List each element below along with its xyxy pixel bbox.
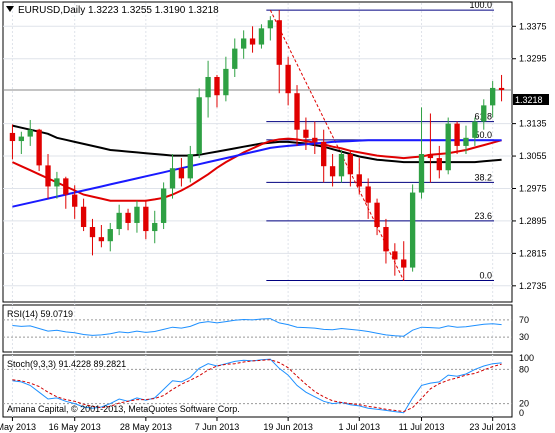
rsi-axis-label: 30 — [519, 332, 529, 342]
candle-bullish — [409, 192, 416, 268]
candle-bearish — [178, 168, 185, 179]
candle-bearish — [383, 227, 389, 252]
fibonacci-level-label: 0.0 — [479, 271, 492, 281]
y-axis-tick-label: 1.2895 — [519, 216, 547, 226]
candle-bearish — [401, 259, 407, 268]
candle-bullish — [445, 123, 451, 171]
x-axis-tick-label: 11 Jul 2013 — [399, 422, 445, 432]
candle-bullish — [463, 137, 469, 146]
candle-bullish — [27, 129, 33, 137]
stoch-axis-label: 80 — [519, 364, 529, 374]
candle-bullish — [338, 154, 345, 177]
stoch-axis-label: 100 — [519, 353, 534, 363]
candle-bearish — [321, 141, 327, 167]
candle-bullish — [54, 178, 60, 187]
y-axis-tick-label: 1.3055 — [519, 151, 547, 161]
candle-bullish — [18, 136, 25, 142]
candle-bearish — [36, 129, 42, 166]
candle-bearish — [143, 206, 149, 232]
stoch-axis-label: 0 — [519, 408, 524, 418]
candle-bullish — [418, 154, 425, 193]
candle-bearish — [312, 137, 318, 142]
x-axis-tick-label: 6 May 2013 — [0, 422, 36, 432]
copyright-label: Amana Capital, © 2001-2013, MetaQuotes S… — [7, 404, 240, 414]
candle-bullish — [116, 212, 122, 230]
y-axis-tick-label: 1.2975 — [519, 183, 547, 193]
candle-bullish — [205, 76, 211, 98]
candle-bullish — [187, 154, 193, 179]
y-axis-tick-label: 1.2735 — [519, 281, 547, 291]
chart-symbol-label: EURUSD,Daily — [18, 5, 85, 16]
candle-bearish — [436, 158, 442, 171]
candle-bullish — [160, 188, 167, 223]
y-axis-tick-label: 1.2815 — [519, 248, 547, 258]
candle-bullish — [240, 38, 247, 49]
candle-bearish — [98, 237, 105, 242]
candle-bullish — [107, 229, 113, 242]
candle-bullish — [232, 48, 238, 69]
candle-bearish — [374, 202, 380, 228]
rsi-label: RSI(14) 59.0719 — [7, 309, 73, 319]
candle-bullish — [134, 206, 140, 223]
candle-bearish — [347, 154, 354, 175]
main-pane-frame — [2, 1, 513, 303]
candle-bearish — [89, 227, 96, 238]
candle-bullish — [258, 28, 265, 45]
candle-bearish — [303, 129, 309, 138]
price-tag-label: 1.3218 — [515, 95, 543, 105]
candle-bullish — [481, 105, 487, 122]
candle-bearish — [454, 123, 460, 146]
candle-bearish — [276, 20, 282, 65]
candle-bullish — [223, 68, 229, 96]
candle-bullish — [489, 87, 496, 106]
candle-bearish — [80, 206, 87, 228]
candle-bearish — [72, 194, 78, 207]
y-axis-tick-label: 1.3375 — [519, 21, 547, 31]
candle-bullish — [196, 97, 202, 155]
y-axis-tick-label: 1.3135 — [519, 119, 547, 129]
candle-bullish — [169, 168, 176, 189]
candle-bearish — [329, 166, 336, 177]
candle-bearish — [294, 93, 300, 130]
candle-bullish — [472, 121, 478, 138]
candle-bearish — [249, 38, 256, 45]
candle-bearish — [9, 132, 16, 142]
candle-bearish — [498, 87, 505, 90]
stoch-label: Stoch(9,3,3) 91.4228 89.2821 — [7, 359, 126, 369]
candle-bearish — [45, 165, 51, 187]
candle-bearish — [214, 76, 220, 96]
candle-bearish — [392, 251, 398, 260]
x-axis-tick-label: 28 May 2013 — [120, 422, 172, 432]
chart-window: 100.061.850.038.223.60.0 1.33751.32951.3… — [0, 0, 549, 432]
y-axis-tick-label: 1.3295 — [519, 54, 547, 64]
x-axis-tick-label: 16 May 2013 — [49, 422, 101, 432]
fibonacci-level-label: 38.2 — [474, 172, 492, 182]
candle-bearish — [427, 154, 434, 159]
candle-bearish — [365, 186, 371, 203]
x-axis-tick-label: 19 Jun 2013 — [263, 422, 313, 432]
chart-ohlc-label: 1.3223 1.3255 1.3190 1.3218 — [88, 5, 219, 16]
rsi-axis-label: 70 — [519, 315, 529, 325]
fibonacci-level-label: 23.6 — [474, 211, 492, 221]
candle-bullish — [267, 20, 274, 29]
candle-bullish — [152, 222, 158, 232]
fibonacci-level-label: 100.0 — [469, 0, 492, 10]
x-axis-tick-label: 7 Jun 2013 — [195, 422, 240, 432]
x-axis-tick-label: 23 Jul 2013 — [469, 422, 516, 432]
rsi-pane-frame — [2, 304, 513, 353]
candle-bearish — [125, 212, 131, 223]
candle-bearish — [285, 64, 291, 94]
candle-bearish — [356, 174, 362, 187]
x-axis-tick-label: 1 Jul 2013 — [338, 422, 380, 432]
candle-bearish — [63, 178, 69, 195]
